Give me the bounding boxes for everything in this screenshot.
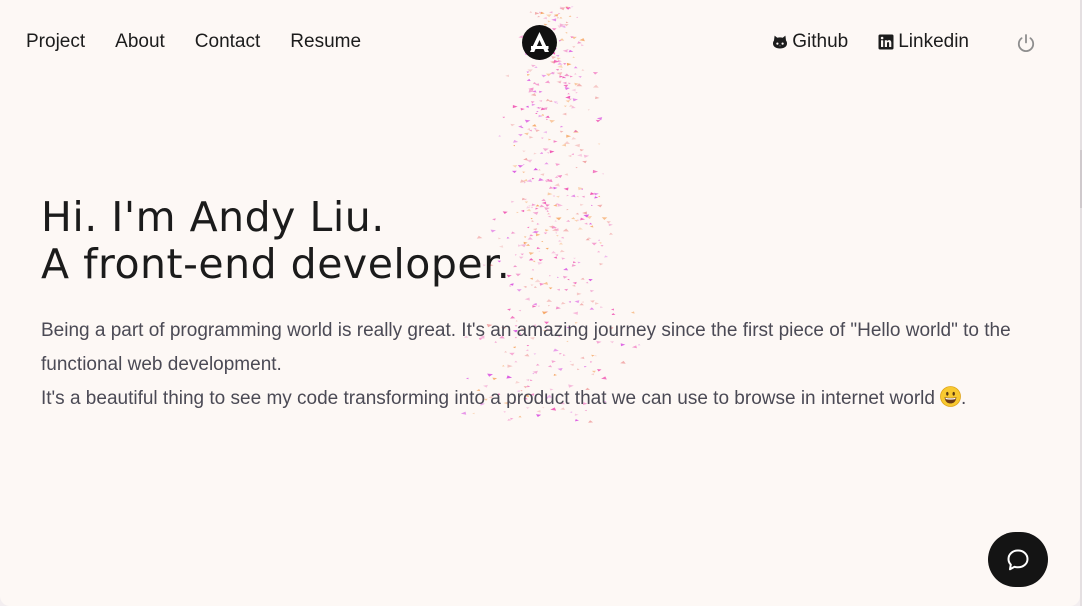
social-links: Github Linkedin [772,30,969,54]
nav-contact-link[interactable]: Contact [195,30,260,54]
intro-paragraph-2-end: . [960,388,967,409]
nav-about-link[interactable]: About [115,30,165,54]
linkedin-link[interactable]: Linkedin [878,30,969,54]
intro-paragraph-2-text: It's a beautiful thing to see my code tr… [41,388,935,409]
page: Project About Contact Resume Github Link… [0,0,1080,606]
nav-resume-link[interactable]: Resume [290,30,361,54]
intro-paragraph-1: Being a part of programming world is rea… [41,320,1011,375]
grinning-face-emoji-icon [940,386,961,407]
letter-a-logo-icon[interactable] [522,25,557,60]
hero-headline: Hi. I'm Andy Liu. A front-end developer. [41,194,1051,288]
chat-bubble-icon [1007,549,1029,571]
nav-project-link[interactable]: Project [26,30,85,54]
headline-greeting: Hi. I'm Andy Liu. [41,193,385,241]
hero-section: Hi. I'm Andy Liu. A front-end developer.… [41,194,1051,416]
github-label: Github [792,31,849,52]
linkedin-icon [878,34,894,50]
github-link[interactable]: Github [772,30,848,54]
chat-button[interactable] [988,532,1048,587]
intro-paragraph-2: It's a beautiful thing to see my code tr… [41,382,1051,416]
power-icon[interactable] [1015,32,1037,54]
linkedin-label: Linkedin [898,31,969,52]
intro-text: Being a part of programming world is rea… [41,314,1051,416]
main-nav: Project About Contact Resume [26,30,361,54]
headline-role: A front-end developer. [41,240,511,288]
github-icon [773,35,788,49]
